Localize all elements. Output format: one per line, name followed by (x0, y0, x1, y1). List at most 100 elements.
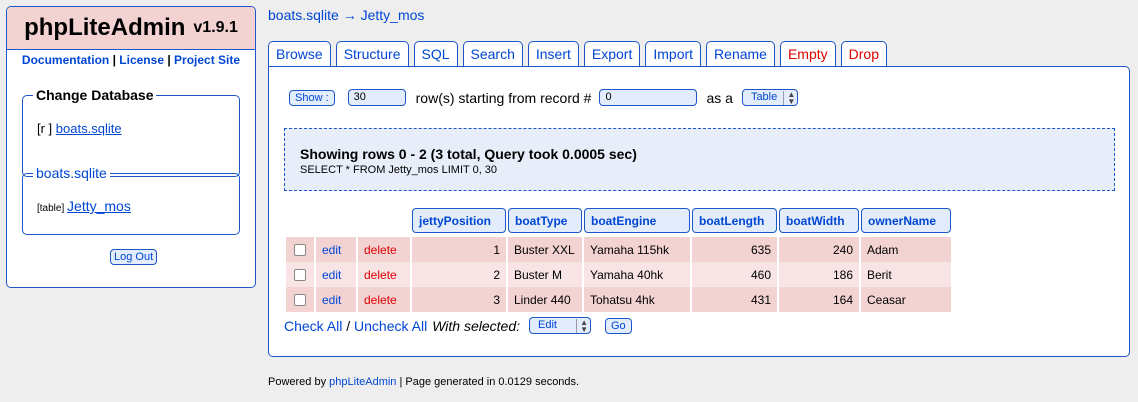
breadcrumb-arrow: → (338, 7, 361, 23)
delete-row-link[interactable]: delete (364, 293, 397, 307)
column-header[interactable]: ownerName (861, 208, 951, 233)
tab-import[interactable]: Import (645, 41, 702, 66)
table-type-label: [table] (37, 203, 65, 214)
results-table-wrap: jettyPosition boatType boatEngine boatLe… (284, 208, 953, 312)
tab-rename[interactable]: Rename (706, 41, 775, 66)
cell-boat-width: 240 (779, 237, 859, 262)
app-logo: phpLiteAdmin v1.9.1 (7, 7, 255, 50)
cell-jetty-position: 2 (412, 262, 506, 287)
table-list-box: boats.sqlite [table] Jetty_mos (22, 165, 240, 235)
cell-boat-type: Linder 440 (508, 287, 582, 312)
cell-boat-type: Buster XXL (508, 237, 582, 262)
rows-count-input[interactable]: 30 (347, 89, 406, 106)
table-row: edit delete 1 Buster XXL Yamaha 115hk 63… (286, 237, 951, 262)
column-header[interactable]: boatEngine (584, 208, 690, 233)
go-button[interactable]: Go (605, 317, 632, 334)
table-row: edit delete 2 Buster M Yamaha 40hk 460 1… (286, 262, 951, 287)
edit-row-link[interactable]: edit (322, 268, 341, 282)
cell-jetty-position: 1 (412, 237, 506, 262)
row-checkbox[interactable] (294, 294, 306, 307)
breadcrumb: boats.sqlite → Jetty_mos (268, 7, 424, 23)
database-link[interactable]: boats.sqlite (56, 121, 122, 136)
page-footer: Powered by phpLiteAdmin | Page generated… (268, 376, 579, 388)
result-summary: Showing rows 0 - 2 (3 total, Query took … (300, 146, 637, 162)
app-version: v1.9.1 (193, 19, 238, 36)
database-row: [r ] boats.sqlite (37, 121, 122, 136)
executed-query: SELECT * FROM Jetty_mos LIMIT 0, 30 (300, 164, 498, 176)
show-rows-form: Show : 30 row(s) starting from record # … (289, 89, 799, 106)
column-header[interactable]: boatType (508, 208, 582, 233)
cell-boat-type: Buster M (508, 262, 582, 287)
column-header[interactable]: boatLength (692, 208, 777, 233)
view-mode-select[interactable]: Table ▲ ▼ (741, 89, 799, 106)
row-checkbox[interactable] (294, 244, 306, 257)
cell-boat-length: 431 (692, 287, 777, 312)
delete-row-link[interactable]: delete (364, 243, 397, 257)
link-separator: | (164, 53, 175, 67)
tab-structure[interactable]: Structure (335, 41, 409, 66)
breadcrumb-table-link[interactable]: Jetty_mos (361, 7, 425, 23)
cell-boat-width: 164 (779, 287, 859, 312)
results-table: jettyPosition boatType boatEngine boatLe… (284, 208, 953, 312)
breadcrumb-db-link[interactable]: boats.sqlite (268, 7, 339, 23)
tab-sql[interactable]: SQL (413, 41, 458, 66)
with-selected-label: With selected: (432, 317, 520, 334)
app-name: phpLiteAdmin (24, 14, 186, 41)
cell-owner-name: Adam (861, 237, 951, 262)
tab-export[interactable]: Export (583, 41, 641, 66)
bulk-action-value: Edit (538, 319, 557, 331)
cell-boat-length: 460 (692, 262, 777, 287)
tab-empty[interactable]: Empty (779, 41, 836, 66)
cell-owner-name: Berit (861, 262, 951, 287)
license-link[interactable]: License (119, 53, 164, 67)
edit-row-link[interactable]: edit (322, 243, 341, 257)
table-link[interactable]: Jetty_mos (67, 198, 131, 214)
table-list-legend: boats.sqlite (33, 165, 110, 181)
table-row: edit delete 3 Linder 440 Tohatsu 4hk 431… (286, 287, 951, 312)
row-checkbox[interactable] (294, 269, 306, 282)
main-panel: Show : 30 row(s) starting from record # … (268, 66, 1130, 357)
cell-owner-name: Ceasar (861, 287, 951, 312)
start-record-input[interactable]: 0 (599, 89, 698, 106)
left-panel: phpLiteAdmin v1.9.1 Documentation | Lice… (6, 6, 256, 288)
column-header[interactable]: jettyPosition (412, 208, 506, 233)
cell-boat-width: 186 (779, 262, 859, 287)
cell-jetty-position: 3 (412, 287, 506, 312)
tab-insert[interactable]: Insert (527, 41, 579, 66)
database-permission: [r ] (37, 121, 53, 136)
show-button[interactable]: Show : (289, 89, 335, 106)
cell-boat-length: 635 (692, 237, 777, 262)
table-header-row: jettyPosition boatType boatEngine boatLe… (286, 208, 951, 233)
bulk-action-select[interactable]: Edit ▲ ▼ (529, 317, 591, 334)
tab-search[interactable]: Search (462, 41, 523, 66)
query-result-message: Showing rows 0 - 2 (3 total, Query took … (284, 128, 1115, 191)
delete-row-link[interactable]: delete (364, 268, 397, 282)
footer-prefix: Powered by (268, 376, 330, 388)
project-site-link[interactable]: Project Site (174, 53, 240, 67)
select-arrows-icon: ▲ ▼ (783, 91, 795, 106)
footer-link[interactable]: phpLiteAdmin (329, 376, 396, 388)
cell-boat-engine: Yamaha 115hk (584, 237, 690, 262)
select-arrows-icon: ▲ ▼ (576, 319, 588, 334)
check-all-link[interactable]: Check All (284, 318, 342, 334)
as-a-label: as a (706, 89, 733, 106)
tab-drop[interactable]: Drop (840, 41, 888, 66)
footer-suffix: | Page generated in 0.0129 seconds. (396, 376, 580, 388)
left-links: Documentation | License | Project Site (7, 50, 255, 68)
cell-boat-engine: Tohatsu 4hk (584, 287, 690, 312)
tab-bar: Browse Structure SQL Search Insert Expor… (268, 41, 888, 68)
uncheck-all-link[interactable]: Uncheck All (354, 318, 427, 334)
table-row-item: [table] Jetty_mos (37, 198, 131, 214)
bulk-separator: / (342, 317, 355, 334)
edit-row-link[interactable]: edit (322, 293, 341, 307)
view-mode-value: Table (750, 91, 778, 103)
link-separator: | (109, 53, 120, 67)
cell-boat-engine: Yamaha 40hk (584, 262, 690, 287)
column-header[interactable]: boatWidth (779, 208, 859, 233)
tab-browse[interactable]: Browse (268, 41, 331, 68)
documentation-link[interactable]: Documentation (22, 53, 109, 67)
change-database-legend: Change Database (33, 87, 157, 103)
rows-label: row(s) starting from record # (415, 89, 592, 106)
bulk-actions: Check All / Uncheck All With selected: E… (284, 317, 632, 334)
logout-button[interactable]: Log Out (110, 249, 158, 265)
